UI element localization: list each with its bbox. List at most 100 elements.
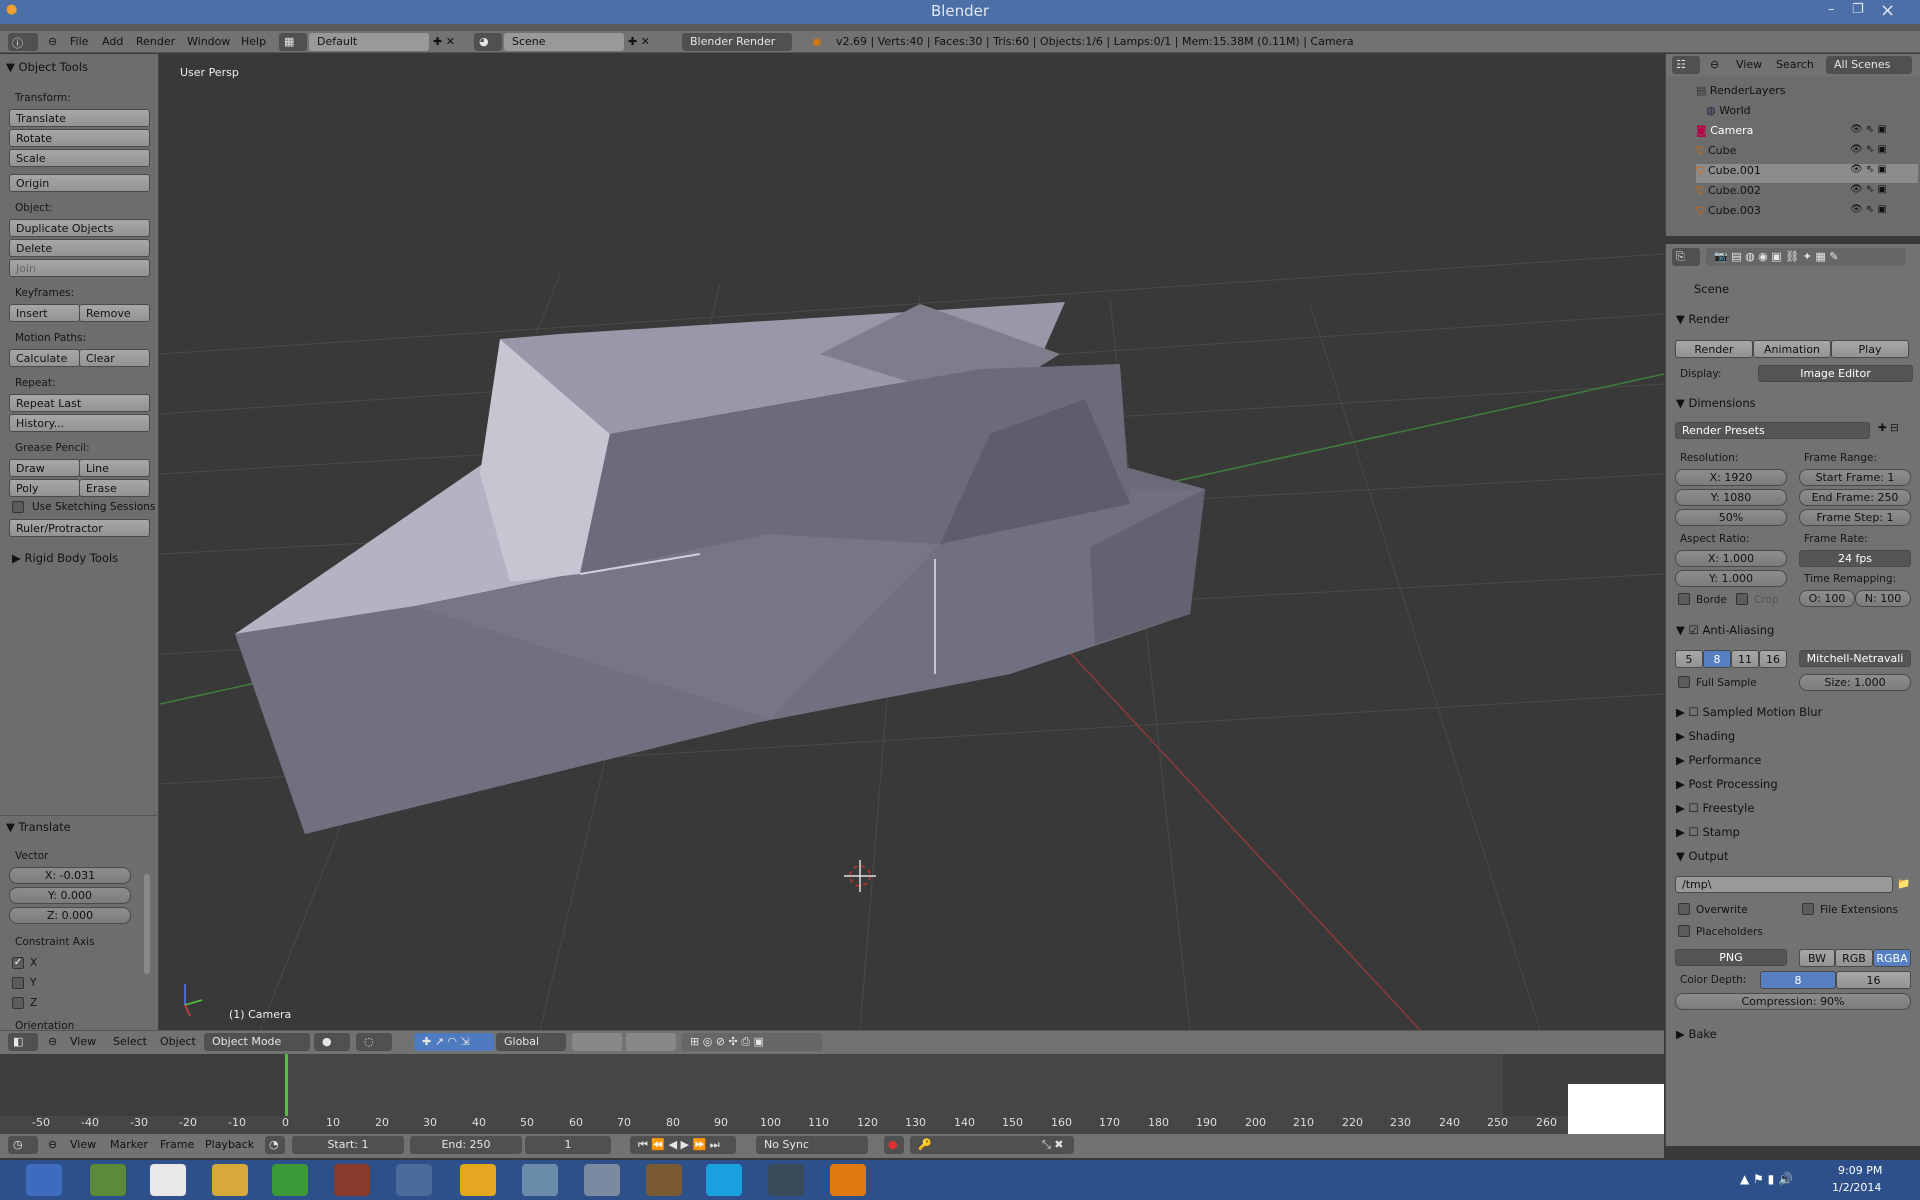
layout-icon[interactable]: ▦ (279, 33, 307, 51)
scene-add-icon[interactable]: ✚ ✕ (628, 35, 650, 48)
orientation-select[interactable]: Global (496, 1033, 566, 1051)
snap-tools-icons[interactable]: ⊞ ◎ ⊘ ✣ ⎙ ▣ (682, 1033, 822, 1051)
placeholders-checkbox[interactable] (1678, 925, 1690, 937)
collapse-arrow-icon[interactable]: ▼ (6, 60, 15, 74)
vector-x-field[interactable]: X: -0.031 (9, 867, 131, 884)
timeline-area[interactable] (0, 1054, 1664, 1146)
aspect-y-field[interactable]: Y: 1.000 (1675, 570, 1787, 587)
play-button[interactable]: Play (1831, 340, 1909, 358)
scene-field[interactable]: Scene (504, 33, 624, 51)
ie-icon[interactable] (26, 1164, 62, 1196)
collapse-icon[interactable]: ⊖ (1710, 58, 1719, 71)
poly-button[interactable]: Poly (9, 479, 80, 497)
border-checkbox[interactable] (1678, 593, 1690, 605)
duplicate-button[interactable]: Duplicate Objects (9, 219, 150, 237)
chest-icon[interactable] (646, 1164, 682, 1196)
visibility-icons[interactable]: 👁 ⇖ ▣ (1850, 124, 1887, 135)
current-frame-marker[interactable] (285, 1054, 288, 1116)
keying-icons[interactable]: ⤡ ✖ (1034, 1136, 1074, 1154)
ruler-button[interactable]: Ruler/Protractor (9, 519, 150, 537)
chrome-icon[interactable] (272, 1164, 308, 1196)
join-button[interactable]: Join (9, 259, 150, 277)
constraint-y-checkbox[interactable] (12, 977, 24, 989)
editor-type-icon[interactable]: ☷ (1672, 56, 1700, 74)
context-tabs-icons[interactable]: 📷 ▤ ◍ ◉ ▣ ⛓ ✦ ▦ ✎ (1706, 248, 1906, 266)
collapse-arrow-icon[interactable]: ▼ (6, 820, 15, 834)
rgb-button[interactable]: RGB (1835, 949, 1873, 967)
editor-type-icon[interactable]: ⓘ (8, 33, 38, 51)
current-frame-field[interactable]: 1 (525, 1136, 611, 1154)
sketching-checkbox[interactable] (12, 501, 24, 513)
end-frame-field[interactable]: End: 250 (410, 1136, 522, 1154)
menu-search[interactable]: Search (1776, 58, 1814, 71)
origin-button[interactable]: Origin (9, 174, 150, 192)
rotate-button[interactable]: Rotate (9, 129, 150, 147)
full-sample-checkbox[interactable] (1678, 676, 1690, 688)
preset-add-icon[interactable]: ✚ ⊟ (1878, 422, 1899, 434)
vector-z-field[interactable]: Z: 0.000 (9, 907, 131, 924)
steam-icon[interactable] (768, 1164, 804, 1196)
menu-select[interactable]: Select (113, 1035, 147, 1048)
constraint-z-checkbox[interactable] (12, 997, 24, 1009)
file-format-select[interactable]: PNG (1675, 949, 1787, 966)
menu-view[interactable]: View (70, 1138, 96, 1151)
calculate-button[interactable]: Calculate (9, 349, 80, 367)
frame-step-field[interactable]: Frame Step: 1 (1799, 509, 1911, 526)
crop-checkbox[interactable] (1736, 593, 1748, 605)
line-button[interactable]: Line (79, 459, 150, 477)
visibility-icons[interactable]: 👁 ⇖ ▣ (1850, 144, 1887, 155)
layers-grid-2[interactable] (626, 1033, 676, 1051)
aa-5-button[interactable]: 5 (1675, 650, 1703, 668)
clock-date[interactable]: 1/2/2014 (1832, 1181, 1881, 1194)
sync-select[interactable]: No Sync (756, 1136, 868, 1154)
editor-type-icon[interactable]: ◷ (8, 1136, 38, 1154)
resolution-y-field[interactable]: Y: 1080 (1675, 489, 1787, 506)
pivot-icon[interactable]: ◌ (356, 1033, 392, 1051)
menu-view[interactable]: View (1736, 58, 1762, 71)
menu-render[interactable]: Render (136, 35, 175, 48)
vector-y-field[interactable]: Y: 0.000 (9, 887, 131, 904)
frame-rate-select[interactable]: 24 fps (1799, 550, 1911, 567)
operator-scrollbar[interactable] (144, 874, 150, 974)
playback-controls[interactable]: ⏮ ⏪ ◀ ▶ ⏩ ⏭ (630, 1136, 736, 1154)
presets-select[interactable]: Render Presets (1675, 422, 1870, 439)
insert-button[interactable]: Insert (9, 304, 80, 322)
layout-add-icon[interactable]: ✚ ✕ (433, 35, 455, 48)
aa-8-button[interactable]: 8 (1703, 650, 1731, 668)
file-extensions-checkbox[interactable] (1802, 903, 1814, 915)
editor-type-icon[interactable]: ◧ (8, 1033, 38, 1051)
rgba-button[interactable]: RGBA (1873, 949, 1911, 967)
erase-button[interactable]: Erase (79, 479, 150, 497)
skype-icon[interactable] (706, 1164, 742, 1196)
menu-view[interactable]: View (70, 1035, 96, 1048)
menu-file[interactable]: File (70, 35, 88, 48)
folder-icon[interactable] (212, 1164, 248, 1196)
scene-canvas[interactable] (160, 54, 1664, 1030)
delete-button[interactable]: Delete (9, 239, 150, 257)
3d-viewport[interactable]: User Persp (1) Camera (160, 54, 1664, 1030)
compression-slider[interactable]: Compression: 90% (1675, 993, 1911, 1010)
stamp-checkbox[interactable]: ☐ (1689, 825, 1699, 839)
file-icon[interactable] (150, 1164, 186, 1196)
layers-grid-1[interactable] (572, 1033, 622, 1051)
collapse-icon[interactable]: ⊖ (48, 1035, 57, 1048)
close-icon[interactable]: × (1880, 0, 1895, 21)
repeat-last-button[interactable]: Repeat Last (9, 394, 150, 412)
resolution-percent-field[interactable]: 50% (1675, 509, 1787, 526)
render-button[interactable]: Render (1675, 340, 1753, 358)
minecraft-icon[interactable] (90, 1164, 126, 1196)
collapse-icon[interactable]: ⊖ (48, 1138, 57, 1151)
display-mode-select[interactable]: All Scenes (1826, 56, 1912, 74)
menu-add[interactable]: Add (102, 35, 123, 48)
frame-start-field[interactable]: Start Frame: 1 (1799, 469, 1911, 486)
visibility-icons[interactable]: 👁 ⇖ ▣ (1850, 204, 1887, 215)
menu-playback[interactable]: Playback (205, 1138, 254, 1151)
vlc-icon[interactable] (460, 1164, 496, 1196)
bw-button[interactable]: BW (1799, 949, 1835, 967)
motion-blur-checkbox[interactable]: ☐ (1689, 705, 1699, 719)
render-engine-select[interactable]: Blender Render (682, 33, 792, 51)
aa-11-button[interactable]: 11 (1731, 650, 1759, 668)
draw-button[interactable]: Draw (9, 459, 80, 477)
menu-marker[interactable]: Marker (110, 1138, 148, 1151)
resolution-x-field[interactable]: X: 1920 (1675, 469, 1787, 486)
